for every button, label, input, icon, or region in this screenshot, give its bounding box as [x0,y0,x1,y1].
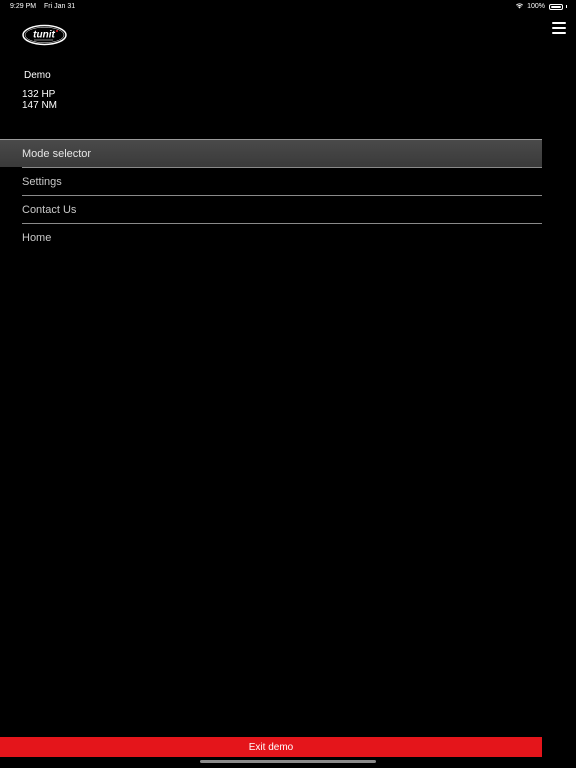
menu-item-contact-us[interactable]: Contact Us [22,195,542,223]
tunit-logo: tunit [22,24,67,46]
hamburger-menu-icon[interactable] [552,22,566,34]
car-horsepower: 132 HP [22,89,56,100]
status-bar: 9:29 PM Fri Jan 31 100% [0,0,576,14]
status-time: 9:29 PM [10,3,37,10]
menu-item-label: Home [22,231,52,244]
battery-icon [549,3,563,10]
car-name: Demo [24,70,51,81]
menu-item-home[interactable]: Home [22,223,542,251]
menu-bar-bottom [552,32,566,34]
menu-item-label: Contact Us [22,203,77,216]
status-left: 9:29 PM Fri Jan 31 [10,3,75,10]
side-menu-list: Mode selector Settings Contact Us Home [0,139,542,251]
exit-demo-button[interactable]: Exit demo [0,737,542,757]
status-date: Fri Jan 31 [44,3,76,10]
app-screen: 9:29 PM Fri Jan 31 100% tunit Demo 132 H… [0,0,576,768]
menu-item-label: Settings [22,175,62,188]
battery-fill [551,5,561,8]
home-indicator[interactable] [200,760,376,763]
menu-bar-top [552,22,566,24]
wifi-icon [515,2,524,11]
menu-item-label: Mode selector [22,147,92,160]
car-torque: 147 NM [22,100,58,111]
status-right: 100% [515,2,567,11]
battery-percent: 100% [527,3,545,10]
logo-text: tunit [33,30,55,41]
menu-item-settings[interactable]: Settings [22,167,542,195]
menu-bar-middle [552,27,566,29]
menu-item-mode-selector[interactable]: Mode selector [0,139,542,167]
battery-tip [566,5,567,8]
